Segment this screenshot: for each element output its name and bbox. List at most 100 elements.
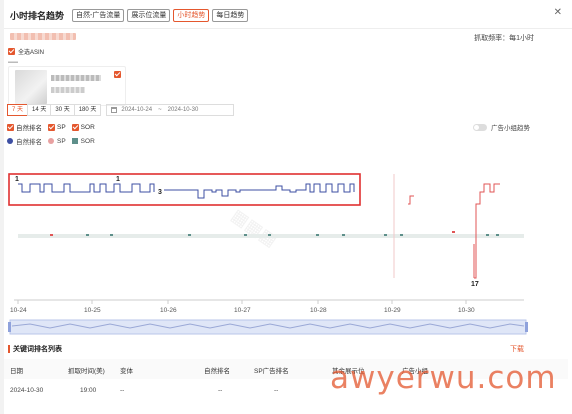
x-tick-label: 10-24 bbox=[10, 307, 27, 314]
column-header[interactable]: 日期 bbox=[10, 365, 23, 375]
filter-label: SP bbox=[57, 123, 66, 131]
sor-marker bbox=[316, 234, 319, 236]
title-accent-bar bbox=[8, 345, 10, 353]
blurred-product-title bbox=[10, 33, 76, 40]
keyword-list-title: 关键词排名列表 bbox=[8, 344, 62, 354]
sp-marker bbox=[50, 234, 53, 236]
tab-daily-trend[interactable]: 每日趋势 bbox=[212, 8, 249, 22]
natural-rank-line bbox=[18, 183, 155, 193]
zoom-handle-right[interactable] bbox=[525, 322, 528, 332]
cell-variant: -- bbox=[120, 387, 125, 394]
date-range-picker[interactable]: 2024-10-24 ~ 2024-10-30 bbox=[106, 104, 235, 116]
range-7-days[interactable]: 7 天 bbox=[7, 104, 29, 116]
sp-marker bbox=[452, 231, 455, 233]
checkbox-checked-icon[interactable] bbox=[8, 48, 15, 55]
page-title: 小时排名趋势 bbox=[10, 10, 65, 21]
x-tick-label: 10-26 bbox=[160, 307, 177, 314]
sor-marker bbox=[384, 234, 387, 236]
tab-natural-ad-traffic[interactable]: 自然-广告流量 bbox=[72, 8, 125, 22]
chart-watermark: ▦▦▦ bbox=[227, 205, 281, 251]
filter-label: 自然排名 bbox=[16, 125, 42, 132]
sp-line-2 bbox=[474, 183, 500, 279]
tab-hourly-trend[interactable]: 小时趋势 bbox=[173, 8, 210, 22]
sor-marker bbox=[110, 234, 113, 236]
select-all-asin-label: 全选ASIN bbox=[18, 50, 45, 56]
legend-sor[interactable]: SOR bbox=[71, 137, 95, 145]
legend-label: SP bbox=[57, 137, 66, 145]
range-14-days[interactable]: 14 天 bbox=[27, 104, 52, 116]
sor-marker bbox=[86, 234, 89, 236]
range-30-days[interactable]: 30 天 bbox=[50, 104, 75, 116]
natural-rank-line-2 bbox=[164, 183, 355, 199]
fetch-frequency: 抓取频率：每1小时 bbox=[474, 35, 534, 42]
ad-group-trend-toggle[interactable]: 广告小组趋势 bbox=[473, 122, 530, 132]
legend-natural-rank[interactable]: 自然排名 bbox=[7, 136, 42, 146]
x-tick-label: 10-27 bbox=[234, 307, 251, 314]
sor-marker bbox=[244, 234, 247, 236]
cell-date: 2024-10-30 bbox=[10, 387, 44, 394]
column-header[interactable]: SP广告排名 bbox=[254, 365, 289, 375]
x-tick-label: 10-25 bbox=[84, 307, 101, 314]
filter-sp[interactable]: SP bbox=[48, 123, 66, 131]
divider bbox=[4, 28, 572, 29]
calendar-icon bbox=[111, 107, 118, 113]
asin-card[interactable] bbox=[8, 66, 126, 106]
sp-line-1 bbox=[408, 195, 414, 205]
keyword-list-title-text: 关键词排名列表 bbox=[13, 346, 62, 353]
sor-marker bbox=[400, 234, 403, 236]
range-180-days[interactable]: 180 天 bbox=[73, 104, 102, 116]
annotation-label: 17 bbox=[471, 281, 479, 288]
checkbox-checked-icon[interactable] bbox=[48, 123, 55, 131]
annotation-label: 3 bbox=[158, 189, 162, 196]
legend-label: SOR bbox=[80, 137, 95, 145]
download-link[interactable]: 下载 bbox=[510, 344, 524, 354]
date-start: 2024-10-24 bbox=[121, 107, 153, 113]
cell-natural-rank: -- bbox=[218, 387, 223, 394]
annotation-label: 1 bbox=[15, 176, 19, 183]
sor-marker bbox=[268, 234, 271, 236]
close-icon[interactable]: ✕ bbox=[554, 7, 562, 18]
sor-marker bbox=[188, 234, 191, 236]
legend-square-icon bbox=[71, 138, 78, 144]
column-header[interactable]: 自然排名 bbox=[204, 365, 230, 375]
header: 小时排名趋势 自然-广告流量 展示位流量 小时趋势 每日趋势 ✕ bbox=[10, 6, 562, 24]
tab-placement-traffic[interactable]: 展示位流量 bbox=[127, 8, 171, 22]
blurred-asin-subtext bbox=[51, 87, 85, 93]
product-thumbnail bbox=[15, 70, 47, 104]
watermark: awyerwu.com bbox=[330, 360, 557, 396]
filter-label: SOR bbox=[80, 123, 95, 131]
select-all-asin[interactable]: 全选ASIN bbox=[8, 47, 44, 56]
x-tick-label: 10-28 bbox=[310, 307, 327, 314]
cell-sp-rank: -- bbox=[274, 387, 279, 394]
sor-marker bbox=[496, 234, 499, 236]
x-tick-label: 10-30 bbox=[458, 307, 475, 314]
checkbox-checked-icon[interactable] bbox=[7, 123, 14, 131]
sor-marker bbox=[342, 234, 345, 236]
ad-group-trend-label: 广告小组趋势 bbox=[491, 125, 530, 132]
annotation-label: 1 bbox=[116, 176, 120, 183]
x-tick-label: 10-29 bbox=[384, 307, 401, 314]
date-end: 2024-10-30 bbox=[167, 107, 199, 113]
cell-fetch-time: 19:00 bbox=[80, 387, 97, 394]
filter-natural-rank[interactable]: 自然排名 bbox=[7, 122, 42, 132]
zoom-handle-left[interactable] bbox=[8, 322, 11, 332]
legend-label: 自然排名 bbox=[16, 139, 42, 146]
range-selector: 7 天 14 天 30 天 180 天 2024-10-24 ~ 2024-10… bbox=[7, 104, 235, 116]
hourly-rank-chart: ▦▦▦ 1 1 3 17 10-24 10-25 10-26 10-27 10-… bbox=[8, 173, 528, 335]
blurred-label: ▬▬ bbox=[8, 59, 18, 65]
x-ticks bbox=[17, 300, 467, 304]
series-filters: 自然排名 SP SOR bbox=[7, 122, 101, 132]
date-separator: ~ bbox=[158, 107, 162, 113]
column-header[interactable]: 抓取时间(美) bbox=[68, 365, 105, 375]
blurred-asin-text bbox=[51, 75, 101, 81]
chart-legend: 自然排名 SP SOR bbox=[7, 136, 101, 146]
checkbox-checked-icon[interactable] bbox=[71, 123, 79, 131]
sor-marker bbox=[486, 234, 489, 236]
column-header[interactable]: 变体 bbox=[120, 365, 133, 375]
toggle-switch[interactable] bbox=[473, 123, 487, 131]
legend-sp[interactable]: SP bbox=[48, 138, 66, 145]
legend-dot-icon bbox=[48, 138, 54, 144]
filter-sor[interactable]: SOR bbox=[71, 123, 95, 131]
asin-checkbox-icon[interactable] bbox=[114, 71, 121, 78]
legend-dot-icon bbox=[7, 138, 13, 144]
